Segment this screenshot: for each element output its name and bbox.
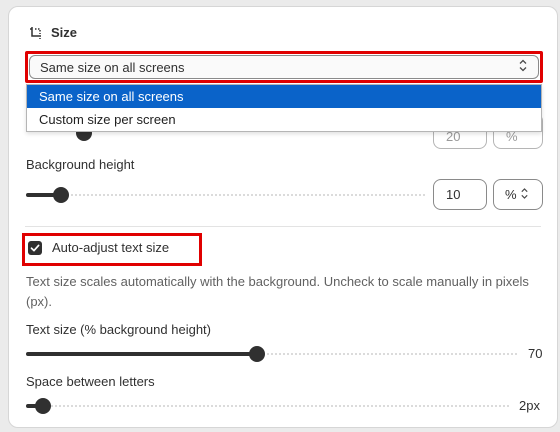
auto-adjust-checkbox-row[interactable]: Auto-adjust text size (28, 240, 169, 255)
resize-icon (29, 26, 43, 40)
chevron-up-down-icon (518, 59, 528, 76)
section-title: Size (51, 25, 78, 40)
slider-fill (26, 352, 257, 356)
slider-thumb[interactable] (35, 398, 51, 414)
auto-adjust-help-text: Text size scales automatically with the … (26, 274, 529, 309)
section-header: Size (29, 25, 77, 40)
background-height-label: Background height (26, 157, 135, 172)
slider-thumb[interactable] (53, 187, 69, 203)
background-height-slider[interactable] (26, 187, 426, 203)
dropdown-option-same-size[interactable]: Same size on all screens (27, 85, 541, 108)
auto-adjust-checkbox[interactable] (28, 240, 42, 255)
text-size-label: Text size (% background height) (26, 322, 211, 337)
slider-track (26, 194, 426, 196)
auto-adjust-label: Auto-adjust text size (52, 240, 170, 255)
background-height-unit-select[interactable]: % (493, 179, 543, 210)
letter-spacing-value: 2px (519, 398, 540, 413)
slider-track (26, 405, 511, 407)
letter-spacing-label: Space between letters (26, 374, 155, 389)
slider-thumb[interactable] (249, 346, 265, 362)
chevron-up-down-icon (520, 187, 529, 203)
size-mode-select[interactable]: Same size on all screens (29, 55, 539, 79)
size-settings-panel: Size 20 % Same size on all screens Same … (8, 6, 558, 428)
size-mode-dropdown: Same size on all screens Custom size per… (26, 84, 542, 132)
background-height-input[interactable]: 10 (433, 179, 487, 210)
letter-spacing-slider[interactable] (26, 398, 511, 414)
size-mode-select-highlight: Same size on all screens (25, 51, 543, 83)
divider (25, 226, 541, 227)
size-mode-selected-value: Same size on all screens (40, 59, 185, 75)
background-height-unit: % (505, 187, 517, 202)
checkmark-icon (30, 244, 40, 251)
dropdown-option-custom-size[interactable]: Custom size per screen (27, 108, 541, 131)
text-size-slider[interactable] (26, 346, 518, 362)
text-size-value: 70 (528, 346, 543, 361)
background-height-value: 10 (446, 187, 461, 202)
